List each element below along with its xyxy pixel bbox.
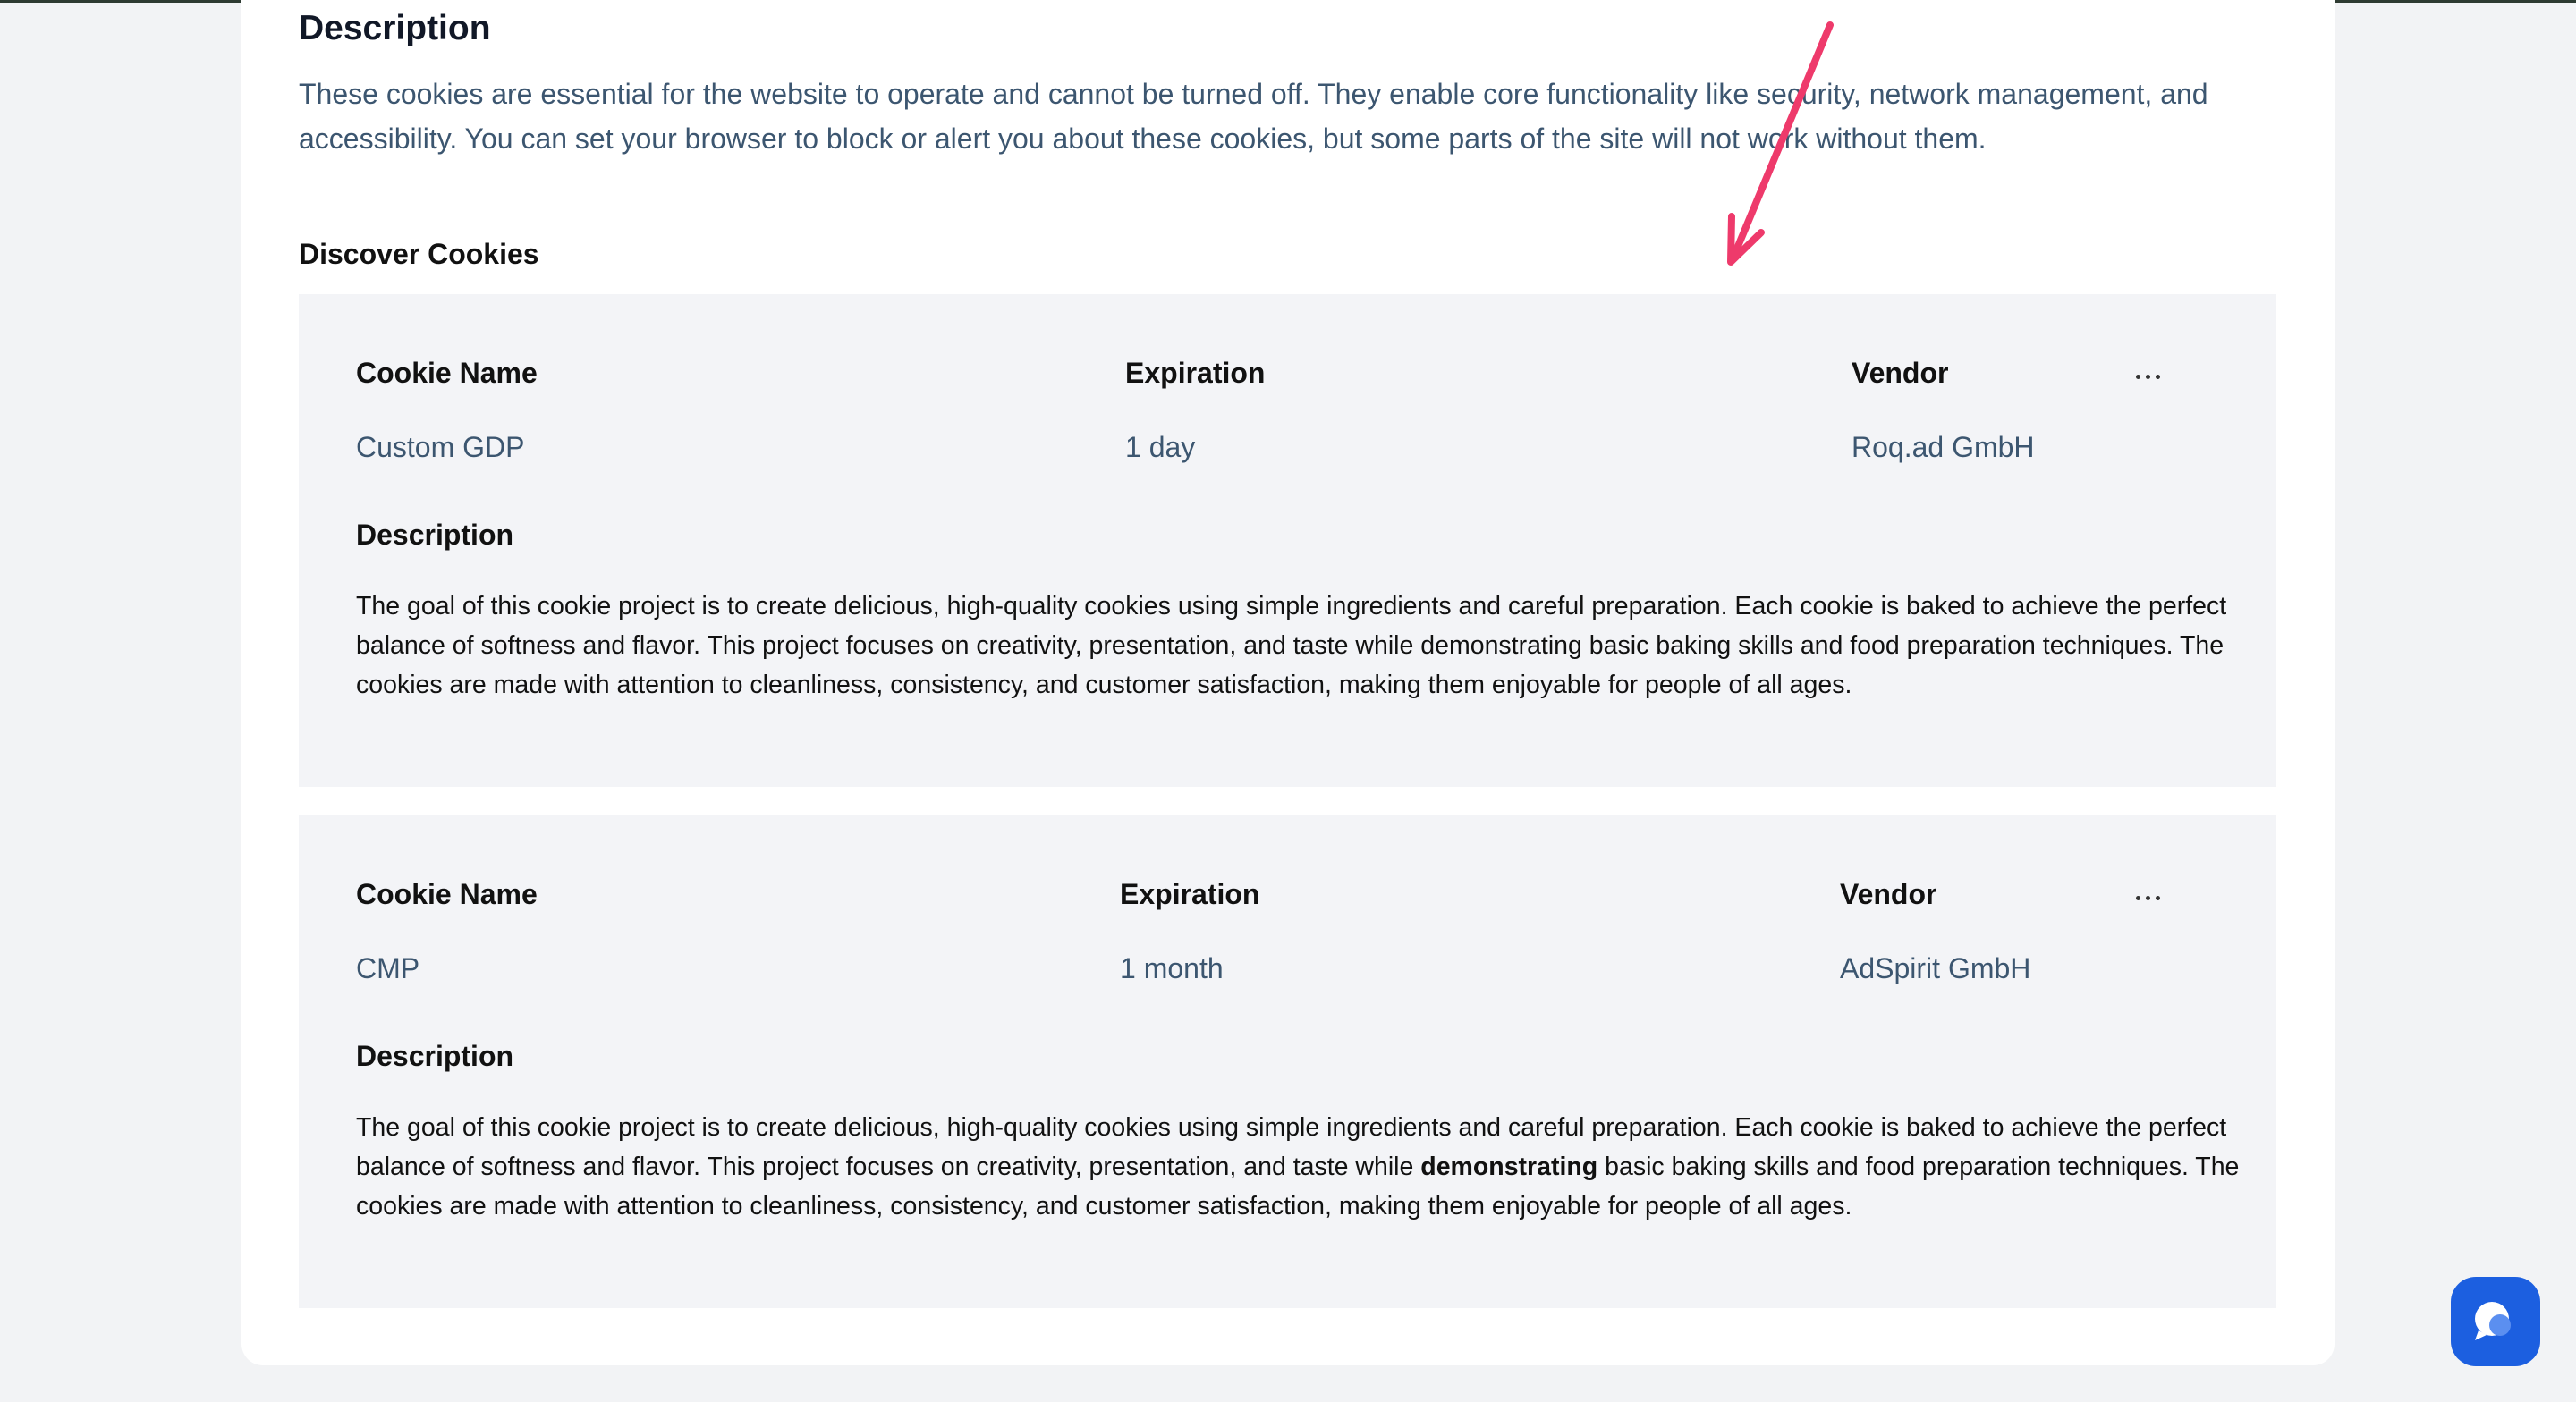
vendor-value: Roq.ad GmbH <box>1852 431 2035 463</box>
cookie-name-header: Cookie Name <box>356 878 538 910</box>
cookie-name-value: CMP <box>356 952 420 984</box>
expiration-header: Expiration <box>1120 878 1260 910</box>
cookie-card: Cookie Name Expiration Vendor CMP 1 mont… <box>299 815 2276 1308</box>
vendor-header: Vendor <box>1852 357 1949 389</box>
section-title: Description <box>299 9 491 47</box>
cookie-card: Cookie Name Expiration Vendor Custom GDP… <box>299 294 2276 787</box>
expiration-value: 1 month <box>1120 952 1224 984</box>
cookie-description-header: Description <box>356 519 514 551</box>
vendor-header: Vendor <box>1840 878 1937 910</box>
cookie-category-panel: Description These cookies are essential … <box>242 0 2334 1365</box>
more-options-icon[interactable] <box>2130 889 2165 907</box>
chat-bubble-icon <box>2475 1302 2511 1340</box>
description-text-bold: demonstrating <box>1420 1153 1598 1181</box>
expiration-header: Expiration <box>1125 357 1266 389</box>
discover-cookies-title: Discover Cookies <box>299 238 539 270</box>
cookie-name-header: Cookie Name <box>356 357 538 389</box>
cookie-name-value: Custom GDP <box>356 431 525 463</box>
vendor-value: AdSpirit GmbH <box>1840 952 2031 984</box>
more-options-icon[interactable] <box>2130 367 2165 385</box>
cookie-description-text: The goal of this cookie project is to cr… <box>356 592 2227 699</box>
chat-button[interactable] <box>2451 1277 2540 1366</box>
section-description: These cookies are essential for the webs… <box>299 78 2208 155</box>
cookie-description-text: The goal of this cookie project is to cr… <box>356 1108 2243 1226</box>
cookie-description-header: Description <box>356 1040 514 1072</box>
expiration-value: 1 day <box>1125 431 1196 463</box>
